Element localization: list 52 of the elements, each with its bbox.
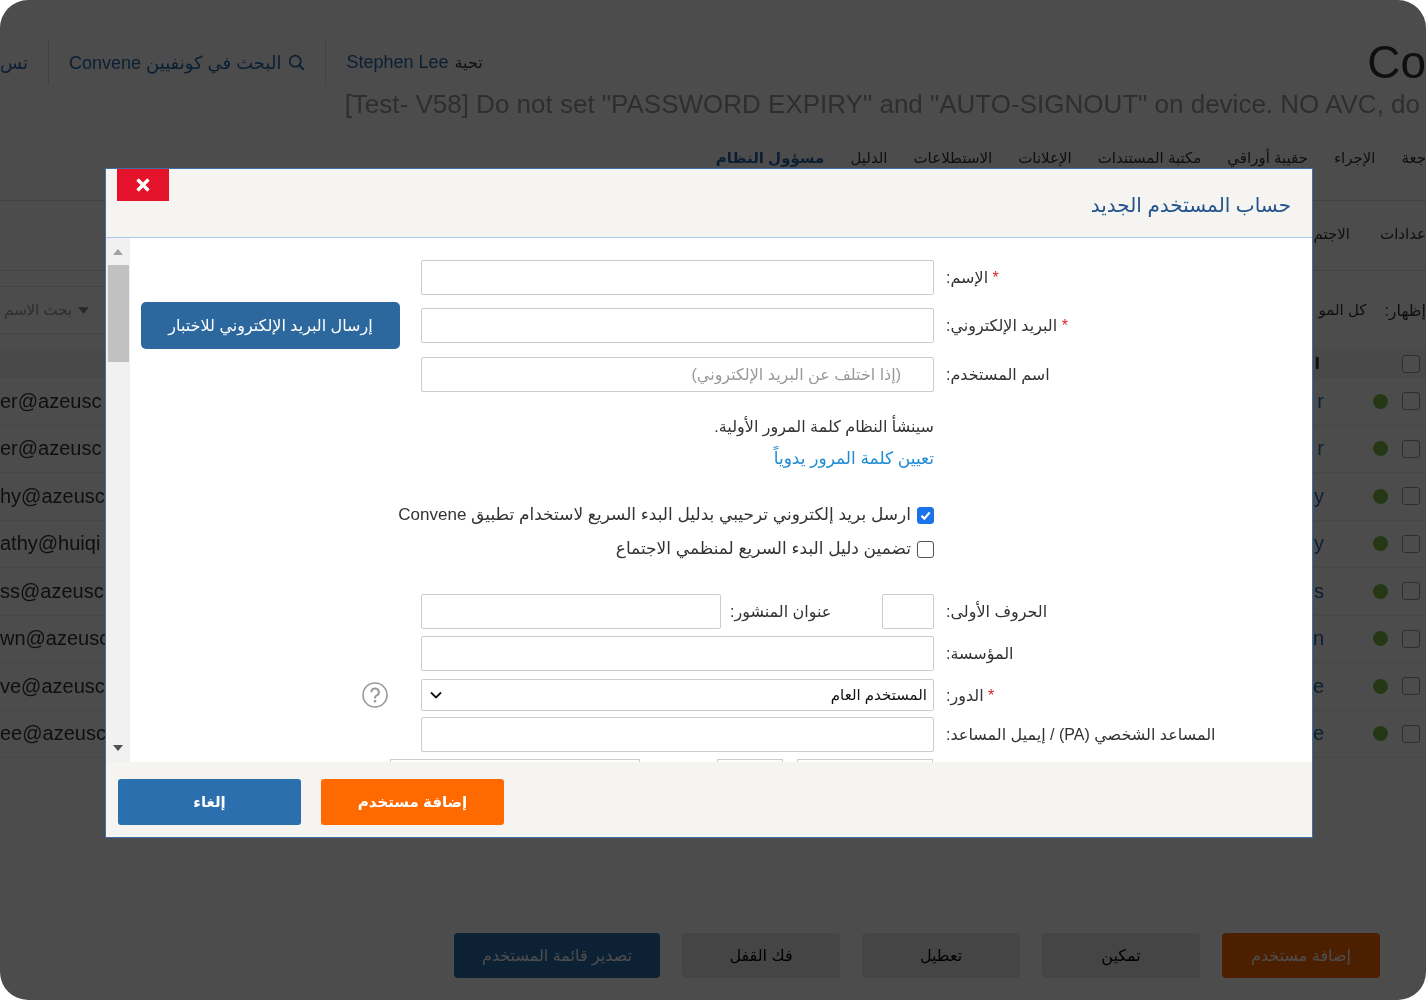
filter-dropdown[interactable]: كل المو [1318,301,1367,319]
app-title: Co [1367,40,1426,85]
email-cell: ss@azeusc [0,579,104,603]
checkbox[interactable] [917,540,934,558]
required-mark: * [992,269,999,286]
field-label: اسم المستخدم: [946,366,1050,383]
field-label: المساعد الشخصي (PA) / إيميل المساعد: [946,726,1216,743]
scroll-down-icon[interactable] [113,745,123,751]
checkbox[interactable] [917,506,934,524]
email-cell: ve@azeusc [0,674,105,698]
scrollbar-track[interactable] [106,238,130,762]
required-mark: * [988,686,995,704]
user-name-link[interactable]: Stephen Lee [346,52,449,73]
email-cell: wn@azeusc [0,627,110,651]
dialog-button[interactable]: إضافة مستخدم [321,778,504,825]
greeting-label: تحية [454,53,483,72]
dialog-title: حساب المستخدم الجديد [1090,193,1291,217]
input-field[interactable]: (إذا اختلف عن البريد الإلكتروني) [421,357,934,392]
email-cell: er@azeusc [0,389,102,413]
filter-label: إظهار: [1384,300,1426,320]
field-label: الإسم: [946,269,989,286]
checkbox-label: تضمين دليل البدء السريع لمنظمي الاجتماع [615,538,911,560]
scrollbar-thumb[interactable] [107,265,129,362]
set-password-link[interactable]: تعيين كلمة المرور يدوياً [773,448,934,470]
input-field[interactable] [421,636,934,671]
field-label: الحروف الأولى: [946,603,1048,620]
email-cell: hy@azeusc [0,484,105,508]
chevron-down-icon [430,691,442,699]
input-field[interactable] [421,260,934,295]
dialog-button[interactable]: إلغاء [118,778,301,825]
email-cell: athy@huiqi [0,532,101,556]
field-label: عنوان المنشور: [730,602,832,621]
checkbox-label: ارسل بريد إلكتروني ترحيبي بدليل البدء السريع لاستخدام تطبيق Convene [398,504,911,526]
input-field[interactable] [421,308,934,343]
field-label: المؤسسة: [946,645,1014,662]
email-cell: er@azeusc [0,437,102,461]
close-button[interactable] [117,169,169,201]
input-field[interactable] [882,594,934,629]
close-icon [135,177,151,193]
send-test-email-button[interactable]: إرسال البريد الإلكتروني للاختبار [141,302,400,349]
help-icon[interactable] [362,682,388,708]
nav-tab[interactable]: حقيبة أوراقي [1227,145,1308,170]
role-select[interactable]: المستخدم العام [421,679,934,711]
field-label: البريد الإلكتروني: [946,317,1058,334]
scroll-up-icon[interactable] [113,249,123,255]
info-text: سينشأ النظام كلمة المرور الأولية. [714,416,934,438]
email-cell: ee@azeusc [0,722,106,746]
column-header: ا [1314,354,1320,373]
input-field[interactable] [421,717,934,752]
required-mark: * [1061,317,1068,334]
field-label: الدور: [946,686,984,704]
input-field[interactable] [421,594,721,629]
